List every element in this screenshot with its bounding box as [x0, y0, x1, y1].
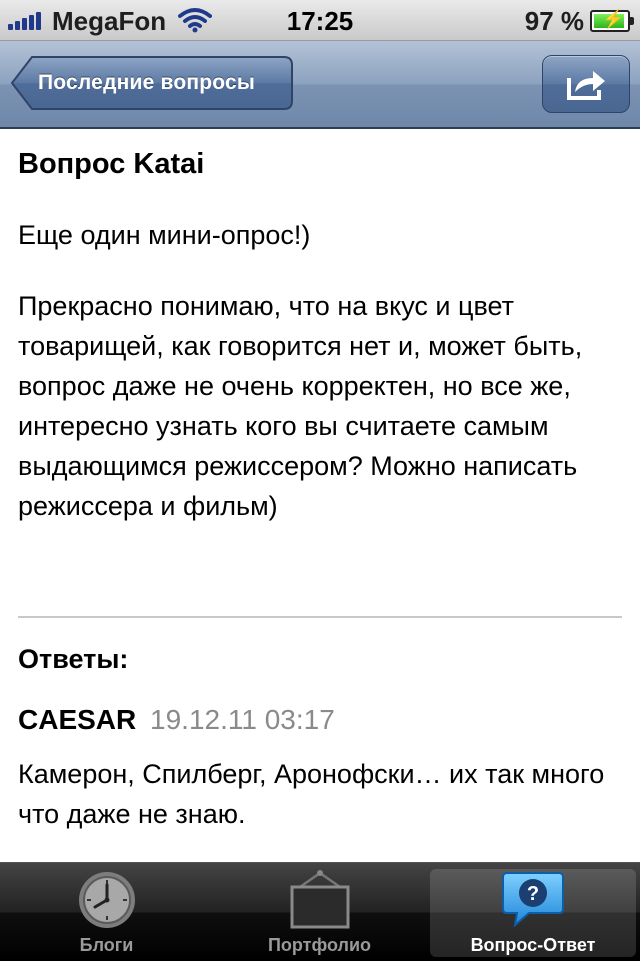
battery-percent: 97 % [524, 6, 584, 36]
question-title: Вопрос Katai [18, 148, 205, 180]
status-bar: MegaFon 17:25 97 % ⚡ [0, 0, 640, 41]
answer-text: Камерон, Спилберг, Аронофски… их так мно… [18, 759, 605, 829]
question-intro: Еще один мини-опрос!) [18, 220, 311, 250]
tab-questions-label: Вопрос-Ответ [470, 935, 596, 955]
answer-date: 19.12.11 03:17 [150, 704, 335, 735]
tab-blogs[interactable]: Блоги [0, 863, 213, 961]
tab-questions[interactable]: ? Вопрос-Ответ [430, 869, 636, 957]
tab-portfolio-label: Портфолио [267, 935, 372, 955]
back-button-label: Последние вопросы [38, 71, 256, 94]
divider [18, 616, 622, 618]
answers-heading: Ответы: [18, 644, 129, 674]
frame-icon [288, 869, 352, 936]
share-button[interactable] [542, 55, 630, 113]
question-body: Прекрасно понимаю, что на вкус и цвет то… [18, 291, 583, 521]
back-button[interactable]: Последние вопросы [10, 55, 294, 111]
battery-icon: ⚡ [590, 9, 634, 32]
tab-blogs-label: Блоги [79, 935, 134, 955]
charging-bolt-icon: ⚡ [602, 9, 625, 29]
navigation-bar: Последние вопросы [0, 41, 640, 129]
answer-meta: CAESAR 19.12.11 03:17 [18, 704, 335, 736]
answer-author[interactable]: CAESAR [18, 704, 136, 735]
question-detail: Вопрос Katai Еще один мини-опрос!) Прекр… [0, 128, 640, 862]
tab-portfolio[interactable]: Портфолио [213, 863, 426, 961]
tab-bar: Блоги Портфолио ? Вопрос-Ответ [0, 862, 640, 961]
svg-text:?: ? [527, 883, 539, 905]
clock-icon [77, 869, 137, 936]
share-icon [567, 71, 605, 100]
question-bubble-icon: ? [501, 869, 565, 934]
